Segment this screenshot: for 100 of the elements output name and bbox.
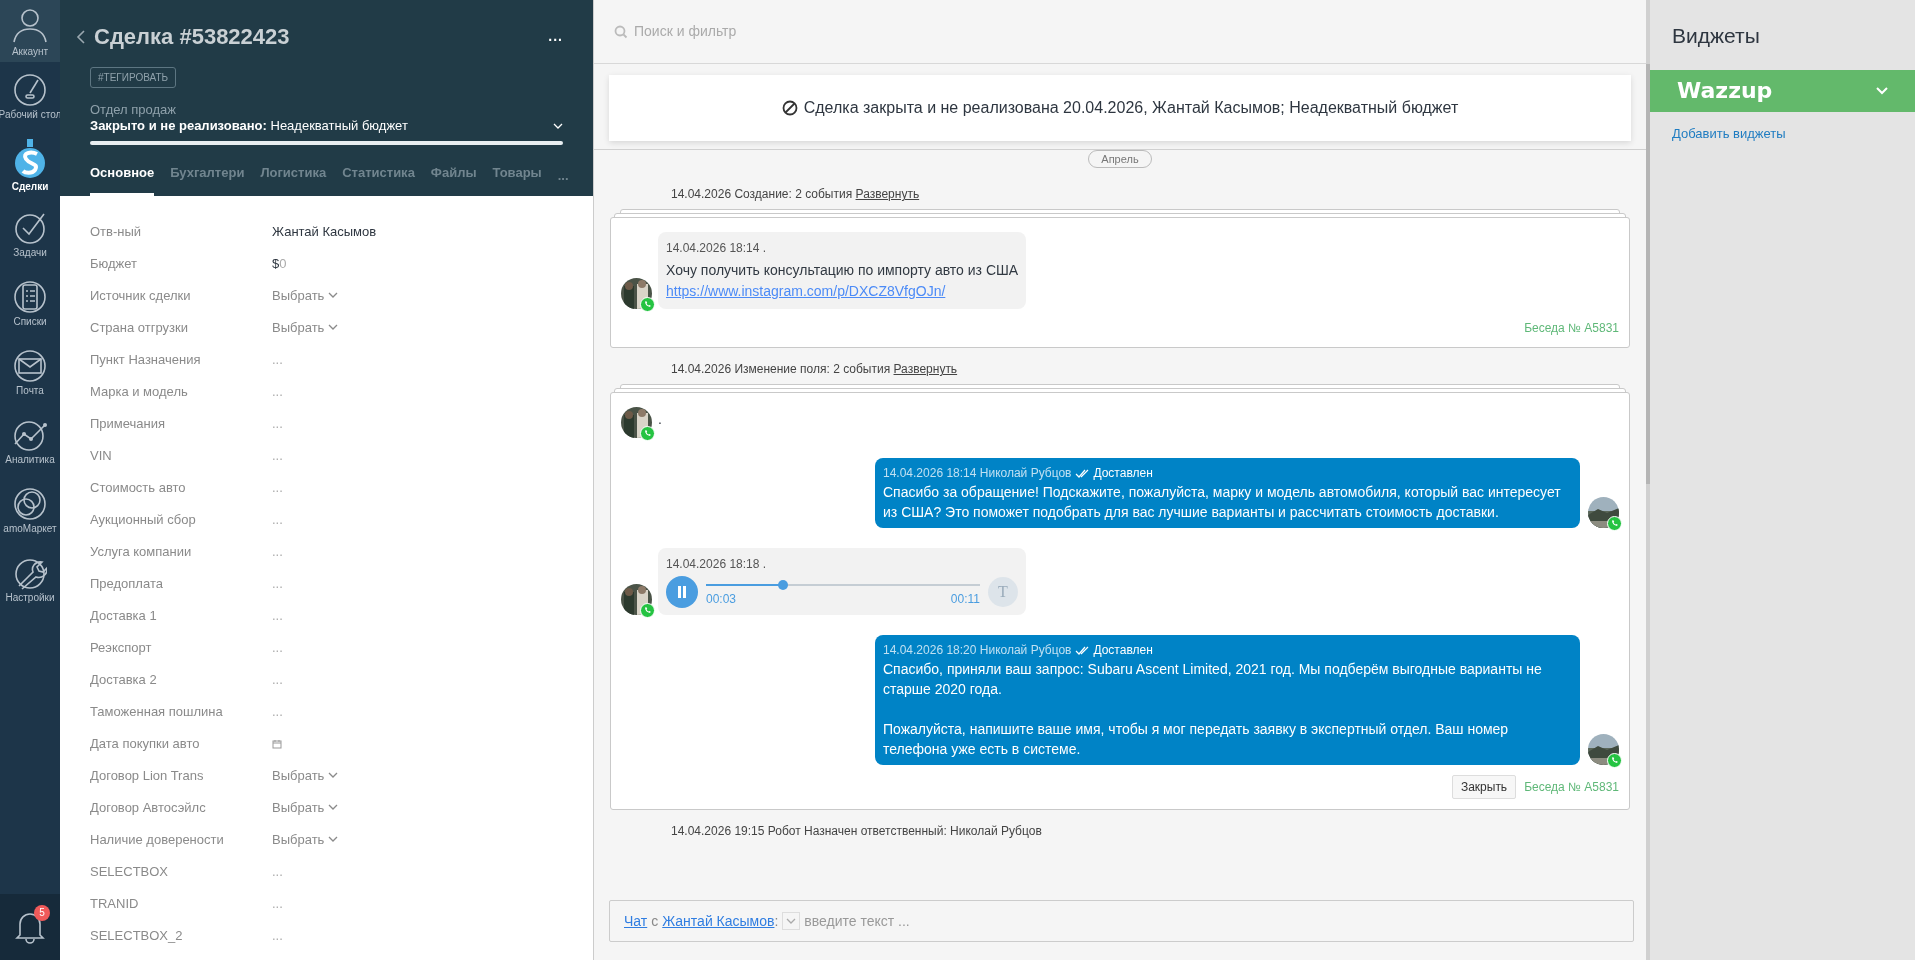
envelope-icon bbox=[13, 348, 47, 383]
field-label: Реэкспорт bbox=[90, 638, 153, 657]
pipeline-label: Отдел продаж bbox=[90, 102, 177, 117]
audio-thumb[interactable] bbox=[777, 580, 788, 590]
double-check-icon bbox=[1075, 468, 1090, 478]
field-label: Договор Lion Trans bbox=[90, 766, 205, 785]
message-meta: 14.04.2026 18:14 Николай Рубцов bbox=[883, 465, 1072, 482]
message-text: Спасибо, приняли ваш запрос: Subaru Ascent Limited, 2021 год. Мы подберём выгодные варианты не старше 2020 года. Пожалуйста, напишите ваше имя, чтобы я мог передать заявку в экспертный отдел. Ваш номер телефона уже есть в системе. bbox=[883, 660, 1543, 759]
whatsapp-icon bbox=[1607, 753, 1622, 768]
field-label: Аукционный сбор bbox=[90, 510, 197, 529]
field-value[interactable]: ... bbox=[272, 477, 283, 498]
calendar-icon[interactable] bbox=[272, 738, 282, 749]
back-icon[interactable] bbox=[76, 29, 86, 44]
field-label: Доставка 1 bbox=[90, 606, 158, 625]
nav-item[interactable]: Настройки bbox=[0, 545, 60, 614]
pause-button[interactable] bbox=[666, 576, 698, 608]
field-label: Отв-ный bbox=[90, 222, 143, 241]
message-meta: 14.04.2026 18:14 . bbox=[666, 240, 768, 257]
chat-composer[interactable]: Чат с Жантай Касымов: введите текст ... bbox=[609, 900, 1634, 942]
field-label: Примечания bbox=[90, 414, 167, 433]
chevron-icon bbox=[1876, 86, 1888, 95]
field-value[interactable]: ... bbox=[272, 893, 283, 914]
nav-item[interactable]: Сделки bbox=[0, 131, 60, 200]
chevron-down-icon bbox=[328, 804, 339, 811]
expand-link[interactable]: Развернуть bbox=[855, 187, 920, 201]
field-value[interactable]: ... bbox=[272, 701, 283, 722]
message-link[interactable]: https://www.instagram.com/p/DXCZ8VfgOJn/ bbox=[666, 283, 946, 299]
nav-item[interactable]: Рабочий стол bbox=[0, 62, 60, 131]
search-field[interactable]: Поиск и фильтр bbox=[634, 21, 1034, 42]
widget-header[interactable]: Wazzup bbox=[1650, 69, 1915, 112]
message-input[interactable]: введите текст ... bbox=[804, 910, 1619, 932]
field-label: Таможенная пошлина bbox=[90, 702, 224, 721]
field-label: Услуга компании bbox=[90, 542, 193, 561]
duration: 00:11 bbox=[950, 591, 980, 608]
nav-item[interactable]: Аналитика bbox=[0, 407, 60, 476]
nav-item[interactable]: Почта bbox=[0, 338, 60, 407]
add-widgets-link[interactable]: Добавить виджеты bbox=[1650, 111, 1915, 143]
whatsapp-icon bbox=[640, 297, 655, 312]
select-field[interactable]: Выбрать bbox=[272, 797, 339, 818]
select-field[interactable]: Выбрать bbox=[272, 765, 339, 786]
timeline-note: 14.04.2026 Изменение поля: 2 события bbox=[671, 362, 891, 376]
budget-field[interactable]: $0 bbox=[272, 253, 287, 274]
chevron-down-icon bbox=[328, 836, 339, 843]
field-value[interactable]: ... bbox=[272, 349, 283, 370]
nav-item[interactable]: Аккаунт bbox=[0, 0, 60, 62]
deal-title: Сделка #53822423 bbox=[94, 23, 290, 51]
more-button[interactable]: ... bbox=[548, 26, 563, 47]
status-select[interactable]: Закрыто и не реализовано: Неадекватный бюджет bbox=[90, 117, 563, 135]
close-chat-button[interactable]: Закрыть bbox=[1451, 775, 1517, 799]
field-value[interactable]: ... bbox=[272, 413, 283, 434]
composer-text: : bbox=[774, 911, 779, 931]
nav-item[interactable]: amoМаркет bbox=[0, 476, 60, 545]
field-value[interactable]: ... bbox=[272, 925, 283, 946]
field-label: SELECTBOX bbox=[90, 862, 170, 881]
field-label: SELECTBOX_2 bbox=[90, 926, 184, 945]
tabs-more-button[interactable]: ... bbox=[557, 166, 569, 196]
field-label: Дата покупки авто bbox=[90, 734, 201, 753]
chat-link[interactable]: Чат bbox=[624, 910, 648, 932]
search-icon bbox=[614, 24, 628, 39]
closed-banner: Сделка закрыта и не реализована 20.04.2026, Жантай Касымов; Неадекватный бюджет bbox=[609, 75, 1631, 141]
field-value[interactable]: ... bbox=[272, 445, 283, 466]
deal-tab[interactable]: Бухгалтери bbox=[170, 163, 245, 196]
field-label: Наличие доверености bbox=[90, 830, 225, 849]
chevron-down-icon bbox=[328, 324, 339, 331]
nav-item[interactable]: Задачи bbox=[0, 200, 60, 269]
field-value[interactable]: ... bbox=[272, 669, 283, 690]
message-text: Спасибо за обращение! Подскажите, пожалуйста, марку и модель автомобиля, который вас интересует из США? Это поможет подобрать для вас лучшие варианты и рассчитать стоимость доставки. bbox=[883, 483, 1562, 522]
recipient-dropdown[interactable] bbox=[782, 912, 801, 930]
deal-tab[interactable]: Файлы bbox=[430, 163, 477, 196]
field-value[interactable]: ... bbox=[272, 573, 283, 594]
field-value[interactable]: ... bbox=[272, 509, 283, 530]
field-label: Стоимость авто bbox=[90, 478, 187, 497]
select-field[interactable]: Выбрать bbox=[272, 317, 339, 338]
deal-tab[interactable]: Товары bbox=[492, 163, 542, 196]
chevron-down-icon bbox=[328, 292, 339, 299]
conversation-label: Беседа № A5831 bbox=[1524, 320, 1619, 337]
notification-badge: 5 bbox=[34, 905, 50, 921]
select-field[interactable]: Выбрать bbox=[272, 285, 339, 306]
field-label: Договор Автосэйлс bbox=[90, 798, 207, 817]
field-value[interactable]: ... bbox=[272, 637, 283, 658]
field-label: Источник сделки bbox=[90, 286, 192, 305]
delivery-status: Доставлен bbox=[1093, 642, 1153, 659]
nav-item[interactable]: Списки bbox=[0, 269, 60, 338]
expand-link[interactable]: Развернуть bbox=[893, 362, 958, 376]
tag-button[interactable]: #ТЕГИРОВАТЬ bbox=[90, 67, 177, 88]
field-value[interactable]: ... bbox=[272, 861, 283, 882]
field-value[interactable]: ... bbox=[272, 541, 283, 562]
timeline-note: 14.04.2026 Создание: 2 события bbox=[671, 187, 853, 201]
pause-icon bbox=[677, 586, 687, 598]
deal-tab[interactable]: Логистика bbox=[260, 163, 327, 196]
whatsapp-icon bbox=[640, 603, 655, 618]
select-field[interactable]: Выбрать bbox=[272, 829, 339, 850]
field-value[interactable]: Жантай Касымов bbox=[272, 221, 377, 242]
field-value[interactable]: ... bbox=[272, 605, 283, 626]
transcribe-button[interactable]: T bbox=[988, 577, 1018, 607]
composer-text: с bbox=[651, 911, 659, 931]
message-text: Хочу получить консультацию по импорту авто из США bbox=[666, 261, 1019, 280]
deal-tab[interactable]: Статистика bbox=[342, 163, 415, 196]
field-value[interactable]: ... bbox=[272, 381, 283, 402]
deal-tab[interactable]: Основное bbox=[90, 163, 155, 196]
